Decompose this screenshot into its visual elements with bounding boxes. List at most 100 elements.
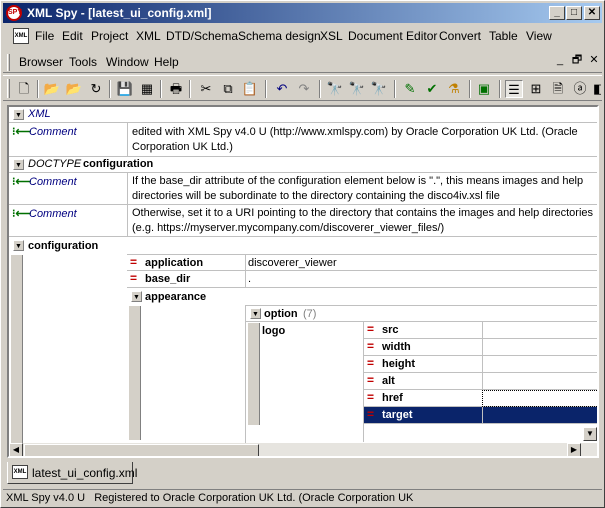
- browser-view-icon[interactable]: ◧: [593, 80, 601, 98]
- doctype-row[interactable]: ▼ DOCTYPE configuration: [9, 157, 597, 173]
- check-wellformed-icon[interactable]: ✎: [401, 80, 419, 98]
- xsl-transform-icon[interactable]: ▣: [475, 80, 493, 98]
- menu-help[interactable]: Help: [154, 55, 179, 69]
- doc-restore-button[interactable]: 🗗: [569, 54, 585, 68]
- xmlspy-app-icon[interactable]: SPY: [6, 5, 22, 21]
- menu-table[interactable]: Table: [489, 29, 518, 43]
- menu-convert[interactable]: Convert: [439, 29, 481, 43]
- attribute-row[interactable]: = width: [364, 339, 597, 356]
- attribute-row[interactable]: = alt: [364, 373, 597, 390]
- comment-row[interactable]: ⁝⟵ Comment edited with XML Spy v4.0 U (h…: [9, 123, 597, 157]
- comment-text[interactable]: Otherwise, set it to a URI pointing to t…: [132, 206, 594, 236]
- save-icon[interactable]: 💾: [116, 80, 134, 98]
- minimize-button[interactable]: _: [549, 6, 565, 20]
- option-table[interactable]: ▼ option (7) logo = src = width = height…: [245, 305, 597, 456]
- comment-row[interactable]: ⁝⟵ Comment If the base_dir attribute of …: [9, 173, 597, 205]
- copy-icon[interactable]: ⧉: [219, 80, 237, 98]
- scroll-left-button[interactable]: ◀: [9, 443, 23, 456]
- toolbar-separator: [160, 80, 162, 98]
- appearance-element[interactable]: ▼ appearance ▼ option (7) logo = src = w…: [127, 288, 597, 456]
- validate-icon[interactable]: ✔: [423, 80, 441, 98]
- toolbar-grip[interactable]: [7, 79, 10, 98]
- attribute-value-cell[interactable]: .: [245, 271, 597, 288]
- tab-latest-ui-config[interactable]: XML latest_ui_config.xml: [7, 462, 137, 484]
- paste-icon[interactable]: 📋: [241, 80, 259, 98]
- text-view-icon[interactable]: 🗎: [549, 80, 567, 98]
- cut-icon[interactable]: ✂: [197, 80, 215, 98]
- maximize-button[interactable]: □: [566, 6, 582, 20]
- menu-view[interactable]: View: [526, 29, 552, 43]
- logo-element[interactable]: logo = src = width = height = alt = href…: [246, 322, 597, 442]
- menu-dtd-schema[interactable]: DTD/Schema: [166, 29, 238, 43]
- doc-close-button[interactable]: ✕: [586, 54, 602, 68]
- menu-xsl[interactable]: XSL: [320, 29, 343, 43]
- menu-xml[interactable]: XML: [136, 29, 161, 43]
- comment-value-cell[interactable]: edited with XML Spy v4.0 U (http://www.x…: [127, 123, 597, 157]
- attribute-value-cell[interactable]: [482, 373, 597, 390]
- replace-icon[interactable]: 🔭: [370, 80, 388, 98]
- comment-value-cell[interactable]: Otherwise, set it to a URI pointing to t…: [127, 205, 597, 237]
- logo-attribute-table[interactable]: = src = width = height = alt = href = ta…: [363, 322, 597, 442]
- attribute-row[interactable]: = height: [364, 356, 597, 373]
- menu-project[interactable]: Project: [91, 29, 128, 43]
- attribute-value-cell[interactable]: [482, 407, 597, 424]
- collapse-icon[interactable]: ▼: [13, 109, 24, 120]
- scroll-down-button[interactable]: ▼: [583, 427, 597, 441]
- attribute-row[interactable]: = href: [364, 390, 597, 407]
- collapse-icon[interactable]: ▼: [13, 159, 24, 170]
- attribute-value-cell[interactable]: [482, 322, 597, 339]
- doc-minimize-button[interactable]: _: [552, 54, 568, 68]
- menu-document-editor[interactable]: Document Editor: [348, 29, 437, 43]
- document-tab-bar: XML latest_ui_config.xml: [3, 460, 602, 488]
- element-count: (7): [303, 308, 317, 320]
- menu-file[interactable]: File: [35, 29, 54, 43]
- xml-grid-view[interactable]: ▼ XML ⁝⟵ Comment edited with XML Spy v4.…: [7, 105, 599, 458]
- window-title: XML Spy - [latest_ui_config.xml]: [27, 6, 212, 20]
- dtd-icon[interactable]: ⚗: [445, 80, 463, 98]
- collapse-icon[interactable]: ▼: [131, 291, 142, 302]
- redo-icon[interactable]: ↷: [295, 80, 313, 98]
- new-icon[interactable]: 🗋: [15, 80, 33, 98]
- attribute-value-cell[interactable]: [482, 356, 597, 373]
- menu-tools[interactable]: Tools: [69, 55, 97, 69]
- title-bar[interactable]: SPY XML Spy - [latest_ui_config.xml] _ □…: [3, 3, 602, 23]
- scroll-thumb[interactable]: [24, 444, 259, 456]
- menu-grip[interactable]: [7, 54, 10, 71]
- comment-value-cell[interactable]: If the base_dir attribute of the configu…: [127, 173, 597, 205]
- schema-view-icon[interactable]: ⊞: [527, 80, 545, 98]
- open-icon[interactable]: 📂: [43, 80, 61, 98]
- menu-schema-design[interactable]: Schema design: [238, 29, 321, 43]
- collapse-icon[interactable]: ▼: [250, 308, 261, 319]
- attribute-value[interactable]: discoverer_viewer: [248, 256, 337, 271]
- attribute-row[interactable]: = base_dir .: [127, 271, 597, 288]
- comment-text[interactable]: edited with XML Spy v4.0 U (http://www.x…: [132, 125, 594, 155]
- attribute-row[interactable]: = application discoverer_viewer: [127, 254, 597, 272]
- menu-window[interactable]: Window: [106, 55, 149, 69]
- menu-browser[interactable]: Browser: [19, 55, 63, 69]
- collapse-icon[interactable]: ▼: [13, 240, 24, 251]
- attribute-row[interactable]: = src: [364, 322, 597, 339]
- attribute-value[interactable]: .: [248, 272, 251, 287]
- attribute-value-cell[interactable]: discoverer_viewer: [245, 255, 597, 272]
- find-icon[interactable]: 🔭: [326, 80, 344, 98]
- document-view-icon[interactable]: ⓐ: [571, 80, 589, 98]
- reload-icon[interactable]: ↻: [87, 80, 105, 98]
- grid-view-icon[interactable]: ☰: [505, 80, 523, 98]
- configuration-element[interactable]: ▼ configuration = application discoverer…: [9, 237, 597, 456]
- xml-declaration-row[interactable]: ▼ XML: [9, 107, 597, 123]
- scroll-right-button[interactable]: ▶: [567, 443, 581, 456]
- menu-edit[interactable]: Edit: [62, 29, 83, 43]
- open-url-icon[interactable]: 📂: [65, 80, 83, 98]
- attribute-value-cell[interactable]: [482, 390, 597, 407]
- comment-row[interactable]: ⁝⟵ Comment Otherwise, set it to a URI po…: [9, 205, 597, 237]
- print-icon[interactable]: 🖶: [167, 80, 185, 98]
- find-next-icon[interactable]: 🔭: [348, 80, 366, 98]
- attribute-value-cell[interactable]: [482, 339, 597, 356]
- comment-text[interactable]: If the base_dir attribute of the configu…: [132, 174, 594, 204]
- save-all-icon[interactable]: ▦: [138, 80, 156, 98]
- attribute-row-selected[interactable]: = target: [364, 407, 597, 424]
- document-icon[interactable]: XML: [13, 28, 29, 44]
- close-button[interactable]: ✕: [584, 6, 600, 20]
- option-header[interactable]: ▼ option (7): [246, 306, 597, 322]
- undo-icon[interactable]: ↶: [273, 80, 291, 98]
